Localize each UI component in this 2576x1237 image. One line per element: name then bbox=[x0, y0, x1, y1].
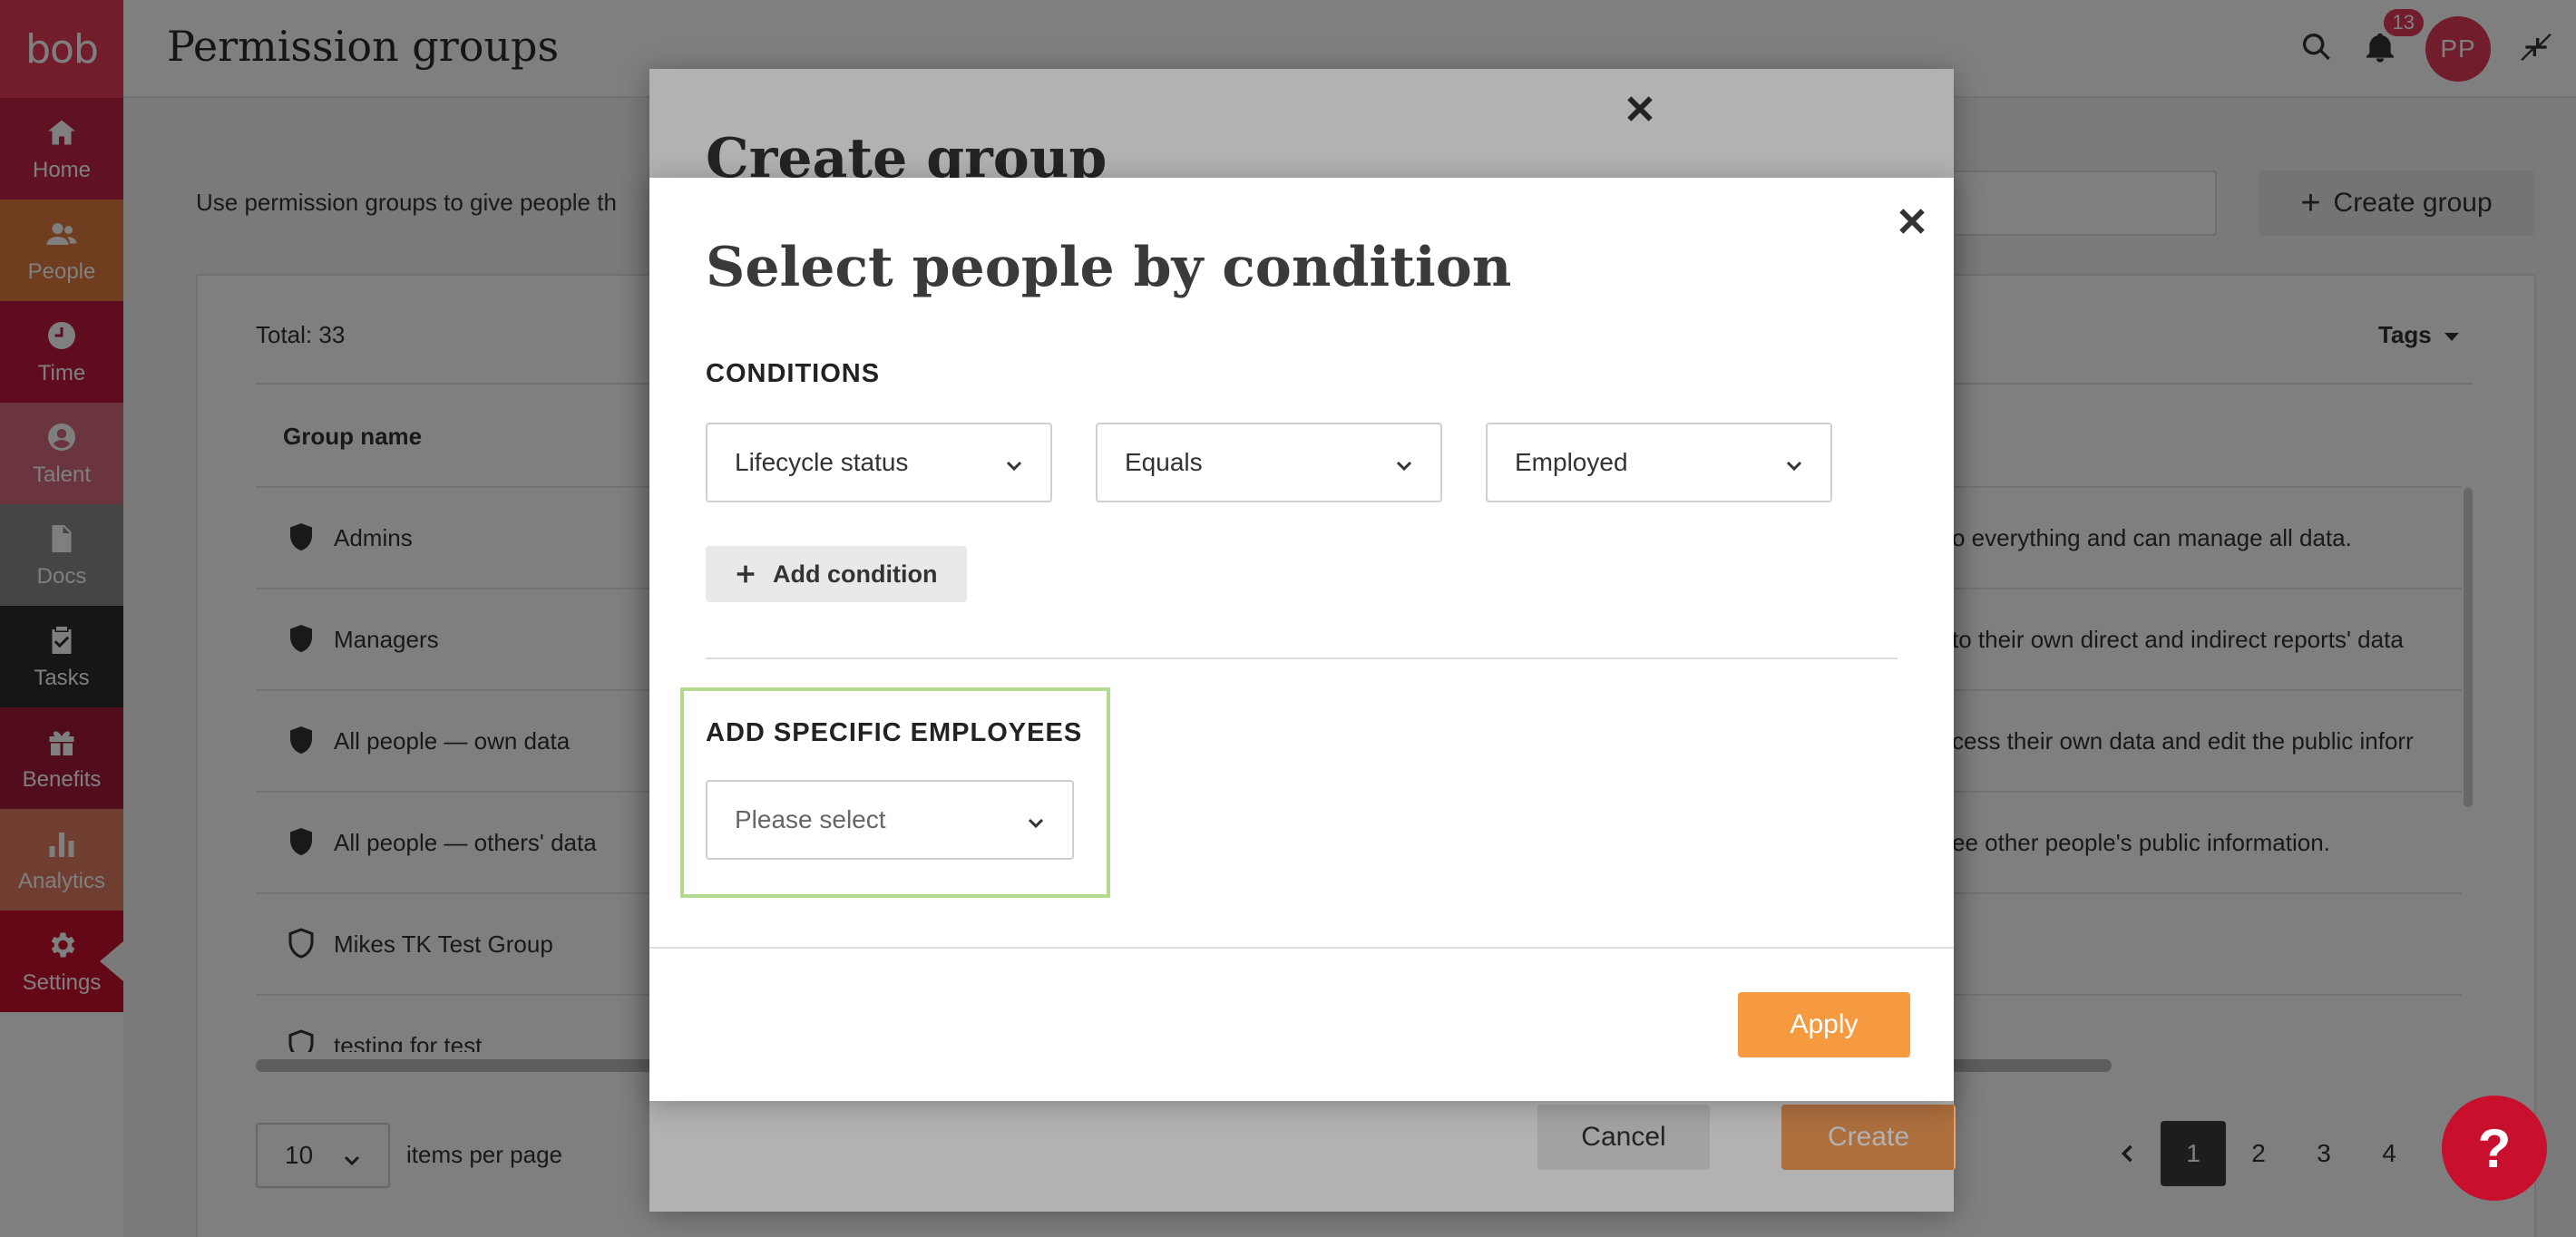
chevron-down-icon bbox=[1025, 811, 1047, 840]
modal-title: Select people by condition bbox=[706, 236, 1512, 299]
chevron-down-icon bbox=[1393, 453, 1415, 482]
close-icon[interactable] bbox=[1894, 203, 1930, 239]
select-by-condition-modal: Select people by condition CONDITIONS Li… bbox=[649, 178, 1954, 1101]
condition-value: Employed bbox=[1515, 448, 1628, 476]
chevron-down-icon bbox=[1783, 453, 1805, 482]
apply-button[interactable]: Apply bbox=[1738, 992, 1910, 1057]
specific-employees-placeholder: Please select bbox=[735, 805, 886, 833]
divider bbox=[706, 657, 1898, 659]
modal-footer-divider bbox=[649, 947, 1954, 949]
help-label: ? bbox=[2477, 1117, 2512, 1179]
chevron-down-icon bbox=[1003, 453, 1025, 482]
condition-field-value: Lifecycle status bbox=[735, 448, 909, 476]
plus-icon bbox=[737, 565, 755, 583]
add-condition-button[interactable]: Add condition bbox=[706, 546, 967, 602]
help-button[interactable]: ? bbox=[2442, 1096, 2547, 1201]
condition-operator-select[interactable]: Equals bbox=[1096, 423, 1442, 502]
conditions-label: CONDITIONS bbox=[706, 359, 881, 388]
condition-value-select[interactable]: Employed bbox=[1486, 423, 1832, 502]
specific-employees-label: ADD SPECIFIC EMPLOYEES bbox=[706, 718, 1083, 747]
specific-employees-select[interactable]: Please select bbox=[706, 780, 1074, 860]
add-condition-label: Add condition bbox=[773, 560, 938, 588]
condition-operator-value: Equals bbox=[1125, 448, 1203, 476]
condition-field-select[interactable]: Lifecycle status bbox=[706, 423, 1052, 502]
